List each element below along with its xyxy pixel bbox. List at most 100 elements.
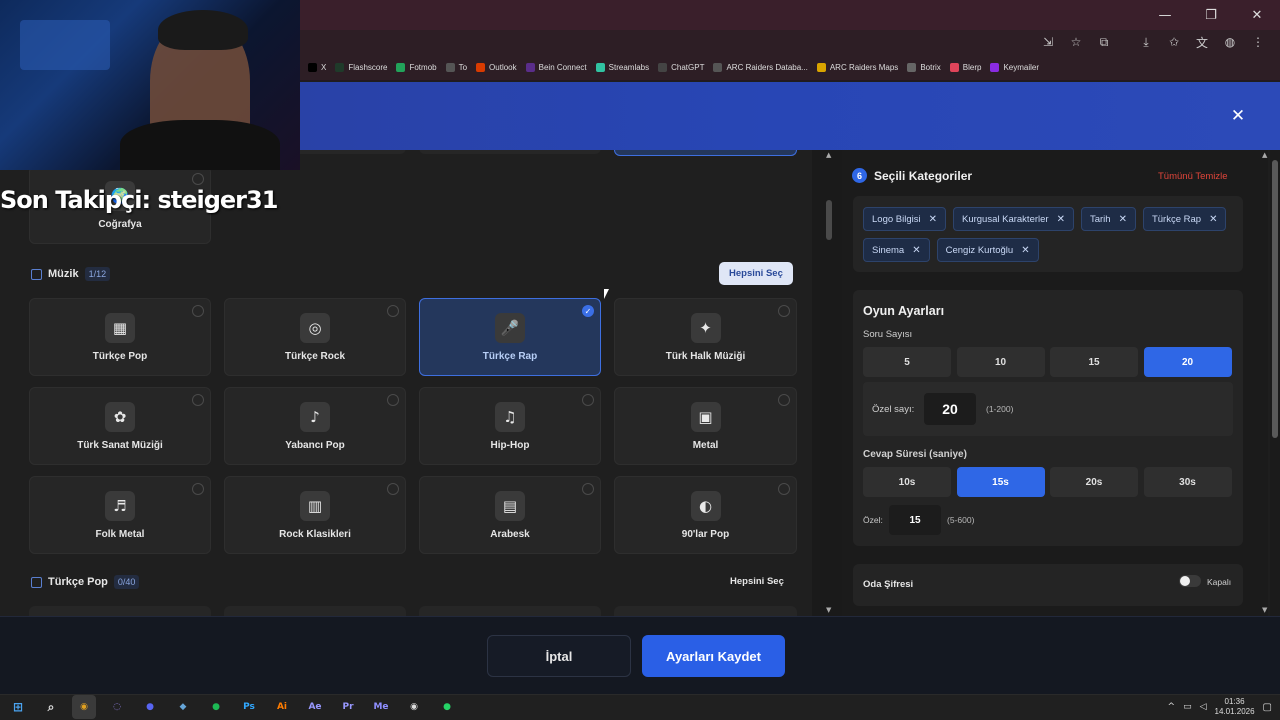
steam-icon[interactable]: ◆ [171, 695, 195, 719]
spotify-icon[interactable]: ● [204, 695, 228, 719]
bookmark-item[interactable]: Keymailer [990, 63, 1039, 72]
notification-icon[interactable]: ▢ [1263, 702, 1272, 713]
bookmark-item[interactable]: Streamlabs [595, 63, 649, 72]
category-card[interactable]: ▤ Arabesk [419, 476, 601, 554]
search-icon[interactable]: ⌕ [39, 695, 63, 719]
network-icon[interactable]: ▭ [1183, 702, 1192, 712]
clock[interactable]: 01:36 14.01.2026 [1215, 697, 1255, 717]
select-radio[interactable] [192, 483, 204, 495]
bookmark-item[interactable]: ChatGPT [658, 63, 704, 72]
remove-chip-icon[interactable]: ✕ [1119, 214, 1127, 225]
discord-icon[interactable]: ● [138, 695, 162, 719]
select-radio[interactable] [582, 394, 594, 406]
select-radio[interactable] [582, 483, 594, 495]
media-encoder-icon[interactable]: Me [369, 695, 393, 719]
chrome-icon[interactable]: ◉ [72, 695, 96, 719]
password-toggle[interactable] [1179, 575, 1201, 587]
scroll-up-icon[interactable]: ▲ [826, 151, 831, 159]
option-button[interactable]: 10 [956, 347, 1045, 377]
illustrator-icon[interactable]: Ai [270, 695, 294, 719]
option-button[interactable]: 20s [1050, 467, 1138, 497]
select-radio[interactable] [192, 394, 204, 406]
bookmark-item[interactable]: Botrix [907, 63, 941, 72]
option-button[interactable]: 10s [863, 467, 951, 497]
download-icon[interactable]: ⤓ [1134, 31, 1158, 53]
remove-chip-icon[interactable]: ✕ [1057, 214, 1065, 225]
translate-icon[interactable]: 文 [1190, 31, 1214, 53]
extensions-icon[interactable]: ⧉ [1092, 31, 1116, 53]
chip-label: Sinema [872, 244, 905, 256]
custom-time-input[interactable]: 15 [889, 505, 941, 535]
category-card[interactable]: ✿ Türk Sanat Müziği [29, 387, 211, 465]
minimize-icon[interactable]: — [1142, 0, 1188, 30]
save-settings-button[interactable]: Ayarları Kaydet [642, 635, 785, 677]
cancel-button[interactable]: İptal [487, 635, 631, 677]
scroll-down-icon[interactable]: ▼ [1262, 606, 1267, 614]
category-card[interactable]: ◎ Türkçe Rock [224, 298, 406, 376]
option-button[interactable]: 30s [1143, 467, 1232, 497]
close-modal-icon[interactable]: ✕ [1226, 104, 1250, 128]
select-radio[interactable] [387, 483, 399, 495]
option-button[interactable]: 15 [1050, 347, 1138, 377]
star-icon[interactable]: ☆ [1064, 31, 1088, 53]
remove-chip-icon[interactable]: ✕ [929, 214, 937, 225]
windows-start-icon[interactable]: ⊞ [6, 695, 30, 719]
pop-select-all-button[interactable]: Hepsini Seç [720, 570, 794, 593]
app-icon[interactable]: ◌ [105, 695, 129, 719]
category-card[interactable]: ◐ 90'lar Pop [614, 476, 797, 554]
bookmark-item[interactable]: Blerp [949, 63, 981, 72]
music-select-all-button[interactable]: Hepsini Seç [719, 262, 793, 285]
remove-chip-icon[interactable]: ✕ [1021, 245, 1029, 256]
install-icon[interactable]: ⇲ [1036, 31, 1060, 53]
restore-icon[interactable]: ❐ [1188, 0, 1234, 30]
bookmark-item[interactable]: ARC Raiders Databa... [713, 63, 808, 72]
close-window-icon[interactable]: ✕ [1234, 0, 1280, 30]
scroll-up-icon[interactable]: ▲ [1262, 151, 1267, 159]
premiere-icon[interactable]: Pr [336, 695, 360, 719]
category-card[interactable]: ♬ Folk Metal [29, 476, 211, 554]
section-count: 1/12 [84, 267, 111, 281]
select-radio[interactable] [778, 483, 790, 495]
whatsapp-icon[interactable]: ● [435, 695, 459, 719]
category-card[interactable]: 🎤 Türkçe Rap ✓ [419, 298, 601, 376]
remove-chip-icon[interactable]: ✕ [1209, 214, 1217, 225]
option-button[interactable]: 20 [1143, 347, 1232, 377]
select-radio[interactable] [387, 394, 399, 406]
category-card[interactable]: ♫ Hip-Hop [419, 387, 601, 465]
bookmark-item[interactable]: ARC Raiders Maps [816, 63, 898, 72]
check-icon[interactable]: ✓ [582, 305, 594, 317]
option-button[interactable]: 5 [863, 347, 951, 377]
menu-icon[interactable]: ⋮ [1246, 31, 1270, 53]
option-button[interactable]: 15s [956, 467, 1045, 497]
tray-chevron-icon[interactable]: ^ [1168, 702, 1176, 712]
bookmark-item[interactable]: Bein Connect [525, 63, 587, 72]
select-radio[interactable] [778, 305, 790, 317]
select-radio[interactable] [778, 394, 790, 406]
volume-icon[interactable]: ◁ [1200, 702, 1207, 712]
category-card[interactable]: ✦ Türk Halk Müziği [614, 298, 797, 376]
category-card[interactable]: ▦ Türkçe Pop [29, 298, 211, 376]
favorites-icon[interactable]: ✩ [1162, 31, 1186, 53]
palette-icon: ◐ [690, 490, 721, 521]
custom-count-input[interactable]: 20 [924, 393, 976, 425]
category-card[interactable]: ▣ Metal [614, 387, 797, 465]
category-card[interactable]: ♪ Yabancı Pop [224, 387, 406, 465]
photoshop-icon[interactable]: Ps [237, 695, 261, 719]
left-scrollbar[interactable] [826, 200, 832, 240]
clear-all-link[interactable]: Tümünü Temizle [1158, 171, 1228, 182]
category-card[interactable]: ▥ Rock Klasikleri [224, 476, 406, 554]
obs-icon[interactable]: ◉ [402, 695, 426, 719]
after-effects-icon[interactable]: Ae [303, 695, 327, 719]
select-radio[interactable] [192, 305, 204, 317]
select-radio[interactable] [192, 173, 204, 185]
bookmark-item[interactable]: Flashscore [335, 63, 387, 72]
profile-avatar[interactable]: ◍ [1218, 31, 1242, 53]
bookmark-item[interactable]: Outlook [476, 63, 517, 72]
right-scrollbar-thumb[interactable] [1272, 160, 1278, 438]
remove-chip-icon[interactable]: ✕ [912, 245, 920, 256]
bookmark-item[interactable]: To [445, 63, 467, 72]
select-radio[interactable] [387, 305, 399, 317]
scroll-down-icon[interactable]: ▼ [826, 606, 831, 614]
bookmark-item[interactable]: Fotmob [396, 63, 437, 72]
bookmark-item[interactable]: X [308, 63, 326, 72]
